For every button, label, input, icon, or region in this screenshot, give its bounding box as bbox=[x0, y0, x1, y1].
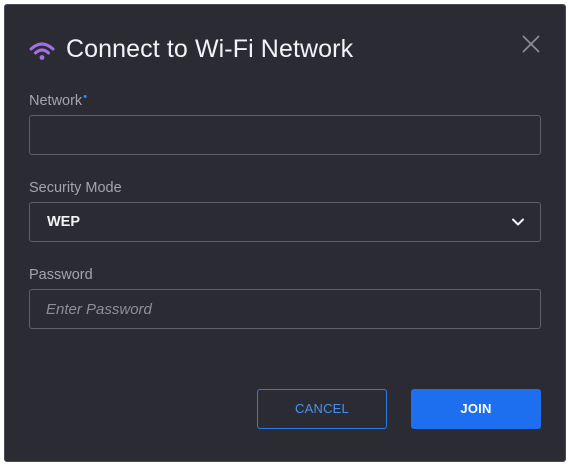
wifi-icon bbox=[29, 42, 55, 60]
cancel-button[interactable]: CANCEL bbox=[257, 389, 387, 429]
security-mode-label: Security Mode bbox=[29, 180, 122, 196]
network-input[interactable] bbox=[29, 115, 541, 155]
dialog-title: Connect to Wi-Fi Network bbox=[66, 35, 354, 63]
required-marker: • bbox=[83, 91, 88, 103]
password-label: Password bbox=[29, 267, 93, 283]
security-mode-value: WEP bbox=[47, 214, 81, 230]
network-label-text: Network bbox=[29, 93, 83, 109]
password-input[interactable] bbox=[29, 289, 541, 329]
security-mode-select[interactable]: WEP bbox=[29, 202, 541, 242]
close-icon[interactable] bbox=[519, 32, 543, 56]
join-button[interactable]: JOIN bbox=[411, 389, 541, 429]
wifi-connect-dialog: Connect to Wi-Fi Network Network• Securi… bbox=[4, 4, 566, 462]
chevron-down-icon bbox=[512, 218, 524, 226]
network-label: Network• bbox=[29, 91, 88, 109]
